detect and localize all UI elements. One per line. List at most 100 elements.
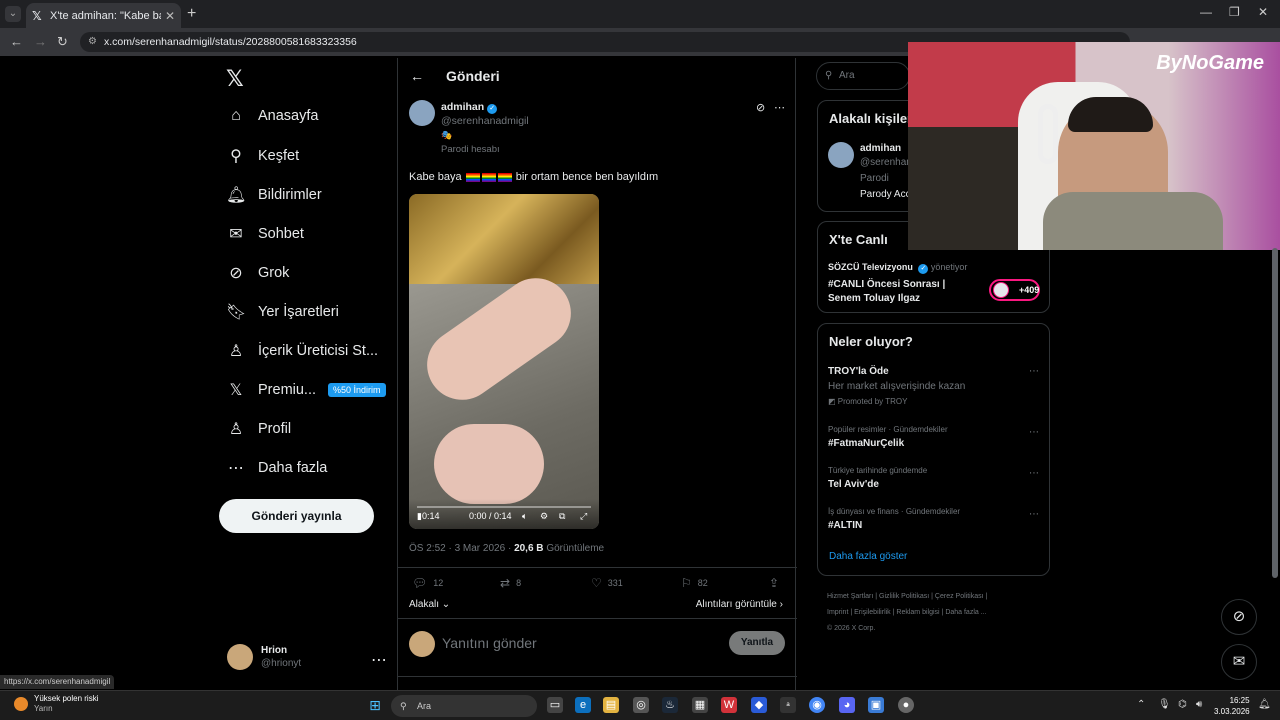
nav-creator-studio[interactable]: ♙ İçerik Üreticisi St... — [226, 341, 378, 361]
footer-link[interactable]: Erişilebilirlik — [854, 609, 891, 616]
page-scrollbar[interactable] — [1272, 248, 1278, 578]
task-view-icon[interactable]: ▭ — [547, 697, 563, 713]
footer-link[interactable]: Çerez Politikası — [935, 593, 984, 600]
nav-notifications[interactable]: 🔔︎ Bildirimler — [226, 185, 322, 205]
chrome-icon[interactable]: ◉ — [809, 697, 825, 713]
taskbar-search[interactable]: ⚲ Ara — [391, 695, 537, 717]
search-input[interactable]: ⚲ Ara — [816, 62, 910, 90]
store-icon[interactable]: ▦ — [692, 697, 708, 713]
like-action[interactable]: ♡ 331 — [591, 576, 623, 590]
post-author-avatar[interactable] — [409, 100, 435, 126]
x-logo-icon[interactable]: 𝕏 — [226, 66, 244, 92]
live-title-line1[interactable]: #CANLI Öncesi Sonrası | — [828, 279, 945, 290]
sort-replies-dropdown[interactable]: Alakalı ⌄ — [409, 599, 450, 610]
post-more-icon[interactable]: ⋯ — [774, 101, 785, 114]
footer-link[interactable]: Imprint — [827, 609, 848, 616]
reply-action[interactable]: 💬︎ 12 — [412, 576, 443, 590]
footer-link[interactable]: Gizlilik Politikası — [879, 593, 929, 600]
post-button[interactable]: Gönderi yayınla — [219, 499, 374, 533]
nav-grok[interactable]: ⊘ Grok — [226, 263, 289, 283]
notifications-icon[interactable]: 🔔︎ — [1258, 699, 1271, 710]
trend-name[interactable]: #ALTIN — [828, 520, 862, 531]
avatar[interactable] — [828, 142, 854, 168]
obs-icon[interactable]: ● — [898, 697, 914, 713]
footer-link[interactable]: Hizmet Şartları — [827, 593, 873, 600]
bookmark-action[interactable]: ⚐ 82 — [681, 576, 708, 590]
mute-icon[interactable]: 🔈︎ — [522, 511, 527, 522]
discord-icon[interactable]: ◕ — [839, 697, 855, 713]
reply-button[interactable]: Yanıtla — [729, 631, 785, 655]
show-more-link[interactable]: Daha fazla göster — [829, 551, 907, 562]
app-icon[interactable]: ▣ — [868, 697, 884, 713]
post-timestamp[interactable]: ÖS 2:52 · 3 Mar 2026 · — [409, 543, 511, 554]
video-frame-gold-door — [409, 194, 599, 294]
trend-name[interactable]: TROY'la Öde — [828, 366, 889, 377]
reply-input[interactable]: Yanıtını gönder — [442, 635, 537, 651]
amazon-icon[interactable]: a — [780, 697, 796, 713]
app-icon[interactable]: ◎ — [633, 697, 649, 713]
trend-more-icon[interactable]: ⋯ — [1029, 427, 1039, 438]
nav-premium[interactable]: 𝕏 Premiu... %50 İndirim — [226, 380, 386, 400]
steam-icon[interactable]: ♨ — [662, 697, 678, 713]
footer-link[interactable]: Daha fazla ... — [945, 609, 986, 616]
close-tab-icon[interactable]: ✕ — [165, 9, 175, 23]
nav-more[interactable]: ⋯ Daha fazla — [226, 458, 327, 478]
grok-explain-icon[interactable]: ⊘ — [756, 101, 765, 114]
minimize-icon[interactable]: — — [1200, 5, 1212, 19]
related-person-name[interactable]: admihan — [860, 143, 901, 154]
nav-home[interactable]: ⌂ Anasayfa — [226, 107, 318, 125]
network-icon[interactable]: ⌬ — [1178, 699, 1187, 710]
taskbar-clock[interactable]: 16:25 3.03.2026 — [1214, 695, 1250, 717]
edge-icon[interactable]: e — [575, 697, 591, 713]
windows-start-icon[interactable]: ⊞ — [367, 697, 383, 713]
trend-name[interactable]: #FatmaNurÇelik — [828, 438, 904, 449]
volume-icon[interactable]: 🔊︎ — [1196, 699, 1202, 710]
post-author-name[interactable]: admihan ✓ — [441, 101, 498, 114]
site-info-icon[interactable]: ⚙ — [88, 32, 97, 52]
app-icon[interactable]: ◆ — [751, 697, 767, 713]
close-window-icon[interactable]: ✕ — [1258, 5, 1268, 19]
back-arrow-icon[interactable]: ← — [410, 68, 424, 84]
tray-overflow-icon[interactable]: ⌃ — [1137, 699, 1145, 710]
video-controls: ▮0:14 0:00 / 0:14 🔈︎ ⚙ ⧉ ⤢ — [409, 499, 599, 529]
app-icon[interactable]: W — [721, 697, 737, 713]
new-tab-icon[interactable]: + — [187, 5, 196, 23]
live-listeners-badge[interactable]: +409 — [989, 279, 1040, 301]
nav-profile[interactable]: ♙ Profil — [226, 419, 291, 439]
fullscreen-icon[interactable]: ⤢ — [580, 511, 587, 522]
live-host[interactable]: SÖZCÜ Televizyonu ✓ yönetiyor — [828, 262, 967, 274]
browser-tab[interactable]: 𝕏 X'te admihan: "Kabe baya ✕ — [26, 3, 181, 28]
nav-bookmarks[interactable]: 🔖︎ Yer İşaretleri — [226, 302, 339, 322]
weather-widget[interactable]: Yüksek polen riski Yarın — [14, 694, 98, 714]
nav-chat[interactable]: ✉ Sohbet — [226, 224, 304, 244]
video-progress-bar[interactable] — [417, 506, 591, 508]
forward-icon[interactable]: → — [34, 34, 47, 49]
post-author-handle[interactable]: @serenhanadmigil — [441, 115, 529, 127]
restore-icon[interactable]: ❐ — [1229, 5, 1240, 19]
account-menu-icon[interactable]: ⋯ — [371, 650, 387, 670]
trend-more-icon[interactable]: ⋯ — [1029, 509, 1039, 520]
repost-action[interactable]: ⇄ 8 — [500, 576, 521, 590]
tab-list-button[interactable]: ⌄ — [5, 6, 21, 22]
trend-more-icon[interactable]: ⋯ — [1029, 366, 1039, 377]
nav-explore[interactable]: ⚲ Keşfet — [226, 146, 299, 166]
brand-logo: ByNoGame — [1156, 52, 1264, 74]
footer-link[interactable]: Reklam bilgisi — [896, 609, 939, 616]
messages-floating-button[interactable]: ✉ — [1221, 644, 1257, 680]
view-quotes-link[interactable]: Alıntıları görüntüle › — [696, 599, 783, 610]
account-name: Hrion — [261, 645, 288, 656]
trend-name[interactable]: Tel Aviv'de — [828, 479, 879, 490]
account-switcher[interactable]: Hrion @hrionyt ⋯ — [227, 644, 387, 670]
grok-floating-button[interactable]: ⊘ — [1221, 599, 1257, 635]
share-action[interactable]: ⇪ — [769, 576, 785, 590]
settings-icon[interactable]: ⚙ — [540, 511, 548, 522]
trend-more-icon[interactable]: ⋯ — [1029, 468, 1039, 479]
mail-icon: ✉ — [229, 226, 243, 243]
pip-icon[interactable]: ⧉ — [559, 511, 565, 522]
reload-icon[interactable]: ↻ — [57, 34, 68, 50]
post-video[interactable]: ▮0:14 0:00 / 0:14 🔈︎ ⚙ ⧉ ⤢ — [409, 194, 599, 529]
live-title-line2[interactable]: Senem Toluay Ilgaz — [828, 293, 920, 304]
file-explorer-icon[interactable]: ▤ — [603, 697, 619, 713]
microphone-icon[interactable]: 🎙︎ — [1158, 699, 1171, 710]
back-icon[interactable]: ← — [10, 34, 23, 49]
